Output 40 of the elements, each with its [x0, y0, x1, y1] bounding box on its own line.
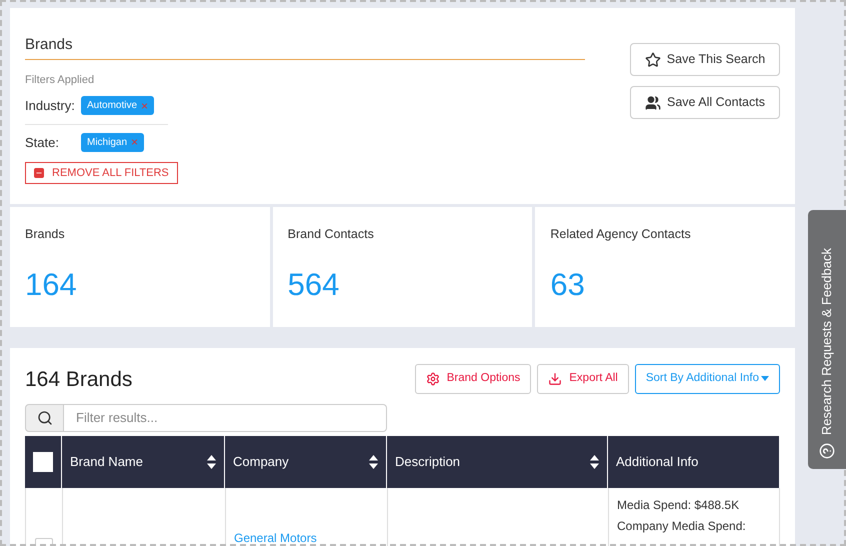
action-button[interactable]: Save This Search [630, 43, 780, 76]
toolbar-button[interactable]: Export All [537, 364, 629, 394]
stat-value: 63 [550, 266, 586, 304]
sort-icon [207, 455, 216, 469]
column-header[interactable]: Brand Name [62, 436, 225, 488]
column-header[interactable]: Additional Info [608, 436, 780, 488]
results-title: 164 Brands [25, 367, 132, 393]
stat-label: Related Agency Contacts [550, 226, 692, 243]
stat-value: 164 [25, 266, 78, 304]
users-icon [645, 94, 662, 110]
stat-label: Brands [25, 226, 66, 243]
tag-text: Michigan [87, 136, 128, 150]
stat-value: 564 [288, 266, 340, 304]
settings-icon [426, 372, 440, 386]
remove-all-filters-button[interactable]: REMOVE ALL FILTERS [25, 162, 178, 184]
column-header[interactable]: Description [387, 436, 608, 488]
filter-label: Industry: [25, 97, 75, 115]
feedback-tab[interactable]: Research Requests & Feedback [808, 210, 846, 469]
toolbar-button[interactable]: Brand Options [414, 364, 532, 394]
filter-label: State: [25, 134, 60, 152]
tag-text: Automotive [87, 99, 138, 114]
download-icon [548, 372, 562, 386]
sort-icon [590, 455, 599, 469]
info-text: Media Spend: $488.5K [617, 497, 740, 514]
action-button[interactable]: Save All Contacts [630, 86, 780, 119]
stat-label: Brand Contacts [288, 226, 375, 243]
help-icon [819, 443, 835, 459]
sort-dropdown[interactable]: Sort By Additional Info [634, 364, 780, 394]
sort-icon [369, 455, 378, 469]
caret-icon [761, 376, 769, 382]
select-all-checkbox[interactable] [33, 452, 53, 472]
page-title: Brands [25, 34, 585, 60]
company-link[interactable]: General Motors [234, 529, 317, 546]
search-icon [25, 404, 64, 432]
star-icon [644, 52, 661, 68]
column-header[interactable]: Company [225, 436, 387, 488]
filters-label: Filters Applied [25, 72, 96, 88]
filter-field[interactable]: Filter results... [64, 404, 387, 432]
info-text: Company Media Spend: [617, 518, 747, 535]
minus-icon [34, 168, 44, 178]
